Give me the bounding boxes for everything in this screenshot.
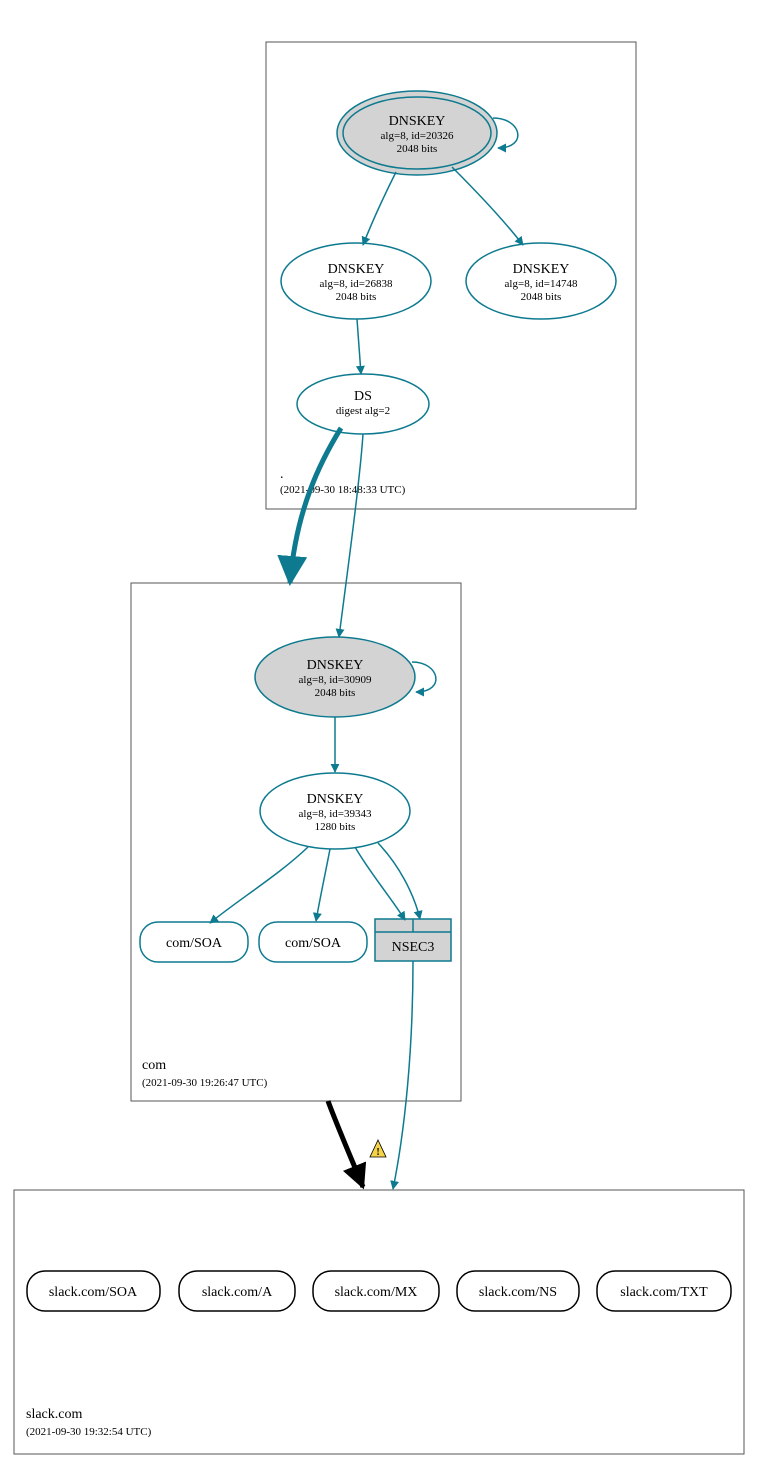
node-slack-ns: slack.com/NS (457, 1271, 579, 1311)
node-com-soa1: com/SOA (140, 922, 248, 962)
edge-com-to-slack-zone (328, 1101, 363, 1187)
svg-text:slack.com/SOA: slack.com/SOA (49, 1285, 138, 1300)
svg-text:DNSKEY: DNSKEY (307, 658, 364, 673)
zone-ts-slack: (2021-09-30 19:32:54 UTC) (26, 1426, 152, 1438)
zone-label-root: . (280, 467, 284, 482)
edge-zsk1-ds (357, 319, 361, 374)
svg-text:DNSKEY: DNSKEY (328, 262, 385, 277)
svg-text:!: ! (376, 1147, 379, 1158)
svg-text:alg=8, id=30909: alg=8, id=30909 (299, 674, 372, 686)
svg-text:slack.com/MX: slack.com/MX (335, 1285, 418, 1300)
svg-text:NSEC3: NSEC3 (392, 940, 435, 955)
edge-root-to-com-zone (290, 428, 341, 583)
zone-ts-com: (2021-09-30 19:26:47 UTC) (142, 1077, 268, 1089)
node-slack-mx: slack.com/MX (313, 1271, 439, 1311)
node-root-zsk1: DNSKEY alg=8, id=26838 2048 bits (281, 243, 431, 319)
svg-text:slack.com/TXT: slack.com/TXT (620, 1285, 708, 1300)
svg-text:alg=8, id=26838: alg=8, id=26838 (320, 278, 393, 290)
edge-nsec3-to-slack (393, 961, 413, 1189)
node-com-zsk: DNSKEY alg=8, id=39343 1280 bits (260, 773, 410, 849)
node-root-zsk2: DNSKEY alg=8, id=14748 2048 bits (466, 243, 616, 319)
node-ds: DS digest alg=2 (297, 374, 429, 434)
node-nsec3: NSEC3 (375, 919, 451, 961)
node-com-soa2: com/SOA (259, 922, 367, 962)
zone-box-slack (14, 1190, 744, 1454)
edge-comzsk-nsec3b (378, 843, 420, 919)
zone-label-slack: slack.com (26, 1407, 82, 1422)
svg-text:2048 bits: 2048 bits (315, 687, 356, 699)
svg-text:digest alg=2: digest alg=2 (336, 405, 390, 417)
node-slack-soa: slack.com/SOA (27, 1271, 160, 1311)
svg-text:1280 bits: 1280 bits (315, 821, 356, 833)
edge-rootksk-zsk2 (452, 167, 523, 245)
svg-text:slack.com/A: slack.com/A (202, 1285, 273, 1300)
edge-comzsk-nsec3a (355, 847, 405, 920)
svg-text:com/SOA: com/SOA (285, 936, 342, 951)
svg-text:DS: DS (354, 389, 372, 404)
node-root-ksk: DNSKEY alg=8, id=20326 2048 bits (337, 91, 497, 175)
node-slack-txt: slack.com/TXT (597, 1271, 731, 1311)
svg-text:2048 bits: 2048 bits (336, 291, 377, 303)
edge-rootksk-zsk1 (363, 172, 396, 245)
svg-text:DNSKEY: DNSKEY (307, 792, 364, 807)
edge-comzsk-soa1 (210, 847, 308, 923)
svg-text:slack.com/NS: slack.com/NS (479, 1285, 557, 1300)
svg-text:alg=8, id=14748: alg=8, id=14748 (505, 278, 578, 290)
node-com-ksk: DNSKEY alg=8, id=30909 2048 bits (255, 637, 415, 717)
svg-text:alg=8, id=20326: alg=8, id=20326 (381, 130, 454, 142)
edge-ds-comksk (339, 434, 363, 637)
svg-text:com/SOA: com/SOA (166, 936, 223, 951)
svg-text:2048 bits: 2048 bits (521, 291, 562, 303)
zone-label-com: com (142, 1058, 166, 1073)
node-slack-a: slack.com/A (179, 1271, 295, 1311)
svg-text:alg=8, id=39343: alg=8, id=39343 (299, 808, 372, 820)
svg-text:DNSKEY: DNSKEY (513, 262, 570, 277)
svg-text:2048 bits: 2048 bits (397, 143, 438, 155)
svg-text:DNSKEY: DNSKEY (389, 114, 446, 129)
edge-comzsk-soa2 (316, 849, 330, 921)
zone-ts-root: (2021-09-30 18:48:33 UTC) (280, 484, 406, 496)
warning-icon: ! (370, 1140, 386, 1158)
